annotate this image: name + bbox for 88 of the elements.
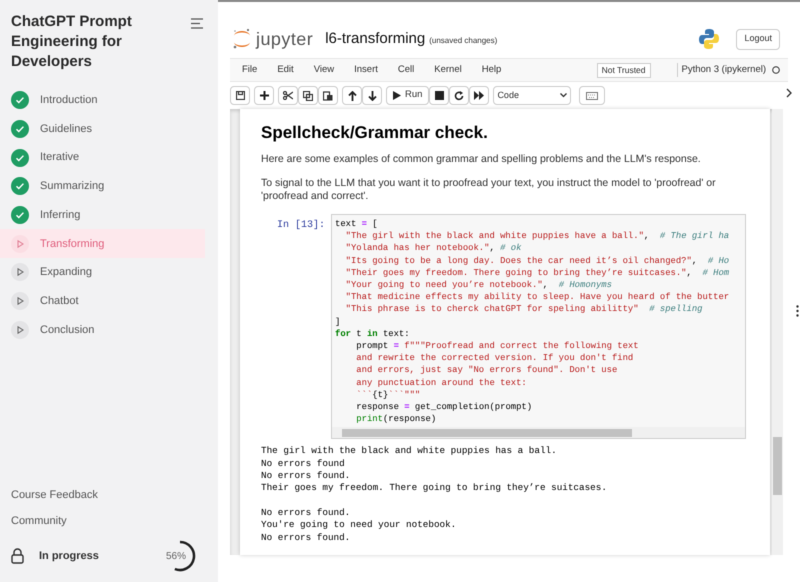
- menu-item[interactable]: Insert: [354, 62, 378, 78]
- jupyter-logo-icon: [232, 27, 252, 51]
- check-circle-icon: [11, 91, 29, 110]
- scissors-icon[interactable]: [278, 86, 298, 105]
- lesson-item[interactable]: Summarizing: [0, 172, 205, 201]
- fast-forward-icon[interactable]: [469, 86, 490, 105]
- menu-icon[interactable]: [190, 18, 204, 29]
- save-icon[interactable]: [230, 86, 250, 105]
- check-circle-icon: [11, 177, 29, 196]
- chevron-right-icon[interactable]: [786, 88, 792, 98]
- output-line: Their goes my freedom. There going to bring they’re suitcases.: [261, 482, 608, 495]
- play-circle-icon: [11, 263, 29, 282]
- more-vertical-icon[interactable]: [796, 305, 799, 317]
- code-line: prompt = f"""Proofread and correct the following text: [355, 340, 640, 352]
- vertical-scrollbar[interactable]: [772, 109, 783, 555]
- code-line: "Its going to be a long day. Does the car need it’s oil changed?", # Ho: [344, 254, 730, 267]
- menu-item[interactable]: File: [242, 62, 258, 78]
- check-circle-icon: [11, 120, 29, 138]
- menu-item[interactable]: Cell: [398, 62, 414, 78]
- lock-icon: [11, 548, 24, 564]
- code-line: "Yolanda has her notebook.", # ok: [344, 242, 522, 255]
- output-line: No errors found.: [261, 470, 352, 482]
- code-line: ```{t}```""": [355, 388, 422, 402]
- lesson-item[interactable]: Iterative: [0, 143, 205, 172]
- play-circle-icon: [11, 320, 29, 339]
- paste-icon[interactable]: [318, 86, 338, 105]
- output-line: No errors found.: [261, 506, 352, 520]
- progress-status: In progress: [39, 548, 99, 564]
- code-line: "Your going to need you’re notebook.", # Homonyms: [344, 279, 613, 292]
- stop-icon[interactable]: [429, 86, 450, 105]
- logout-button[interactable]: Logout: [736, 28, 780, 50]
- sidebar-link[interactable]: Community: [11, 508, 67, 534]
- lesson-item[interactable]: Chatbot: [0, 286, 205, 316]
- code-line: for t in text:: [335, 328, 411, 340]
- arrow-up-icon[interactable]: [342, 86, 362, 105]
- chevron-down-icon: [560, 93, 568, 98]
- menu-item[interactable]: Help: [482, 62, 502, 78]
- code-line: text = [: [335, 218, 379, 230]
- code-line: any punctuation around the text:: [355, 376, 528, 389]
- code-cell[interactable]: [331, 214, 746, 440]
- lesson-item[interactable]: Introduction: [0, 86, 205, 115]
- jupyter-logo-text: jupyter: [256, 28, 314, 51]
- play-circle-icon: [11, 292, 29, 310]
- notebook-name[interactable]: l6-transforming: [325, 28, 426, 50]
- section-heading: Spellcheck/Grammar check.: [261, 122, 489, 144]
- python-logo-icon: [698, 28, 720, 50]
- course-title: ChatGPT Prompt Engineering for Developers: [11, 12, 133, 72]
- menu-item[interactable]: View: [314, 62, 334, 78]
- code-line: print(response): [355, 413, 438, 426]
- check-circle-icon: [11, 148, 29, 167]
- kernel-name: Python 3 (ipykernel): [676, 62, 766, 78]
- code-line: response = get_completion(prompt): [355, 401, 534, 414]
- horizontal-scrollbar[interactable]: [332, 427, 745, 438]
- markdown-paragraph: To signal to the LLM that you want it to proofread your text, you instruct the model to 'proofread' or 'proofread and correct'.: [261, 177, 717, 203]
- play-icon: [393, 91, 401, 100]
- code-line: ]: [335, 316, 342, 328]
- output-line: No errors found: [261, 458, 346, 470]
- output-line: No errors found.: [261, 532, 352, 544]
- code-line: "Their goes my freedom. There going to bring they’re suitcases.", # Hom: [344, 266, 730, 280]
- progress-percent: 56%: [166, 550, 186, 564]
- cell-prompt: In [13]:: [276, 218, 326, 233]
- keyboard-icon[interactable]: [579, 86, 606, 105]
- trust-indicator[interactable]: Not Trusted: [596, 62, 651, 78]
- output-line: You're going to need your notebook.: [261, 519, 458, 532]
- code-line: "That medicine effects my ability to sleep. Have you heard of the butter: [344, 291, 730, 304]
- kernel-idle-icon: [772, 66, 780, 74]
- menu-item[interactable]: Edit: [277, 62, 294, 78]
- arrow-down-icon[interactable]: [362, 86, 382, 105]
- lesson-item[interactable]: Expanding: [0, 258, 205, 287]
- cell-type-dropdown[interactable]: Code: [493, 86, 572, 105]
- menu-item[interactable]: Kernel: [434, 62, 462, 78]
- add-cell-icon[interactable]: [254, 86, 274, 105]
- code-line: and rewrite the corrected version. If you don't find: [355, 352, 634, 364]
- lesson-item[interactable]: Inferring: [0, 200, 205, 230]
- save-status: (unsaved changes): [429, 35, 498, 47]
- code-line: "This phrase is to cherck chatGPT for speling abilitty" # spelling: [344, 303, 704, 316]
- sidebar-link[interactable]: Course Feedback: [11, 482, 98, 508]
- run-button[interactable]: Run: [386, 86, 430, 105]
- restart-icon[interactable]: [449, 86, 470, 105]
- code-line: and errors, just say "No errors found". Don't use: [355, 364, 618, 377]
- lesson-item[interactable]: Conclusion: [0, 316, 205, 344]
- play-circle-icon: [11, 234, 29, 253]
- output-line: The girl with the black and white puppies has a ball.: [261, 445, 558, 458]
- check-circle-icon: [11, 206, 29, 224]
- lesson-item[interactable]: Guidelines: [0, 114, 205, 144]
- copy-icon[interactable]: [298, 86, 318, 105]
- code-line: "The girl with the black and white puppies have a ball.", # The girl ha: [344, 230, 730, 242]
- markdown-paragraph: Here are some examples of common grammar and spelling problems and the LLM's response.: [261, 153, 702, 166]
